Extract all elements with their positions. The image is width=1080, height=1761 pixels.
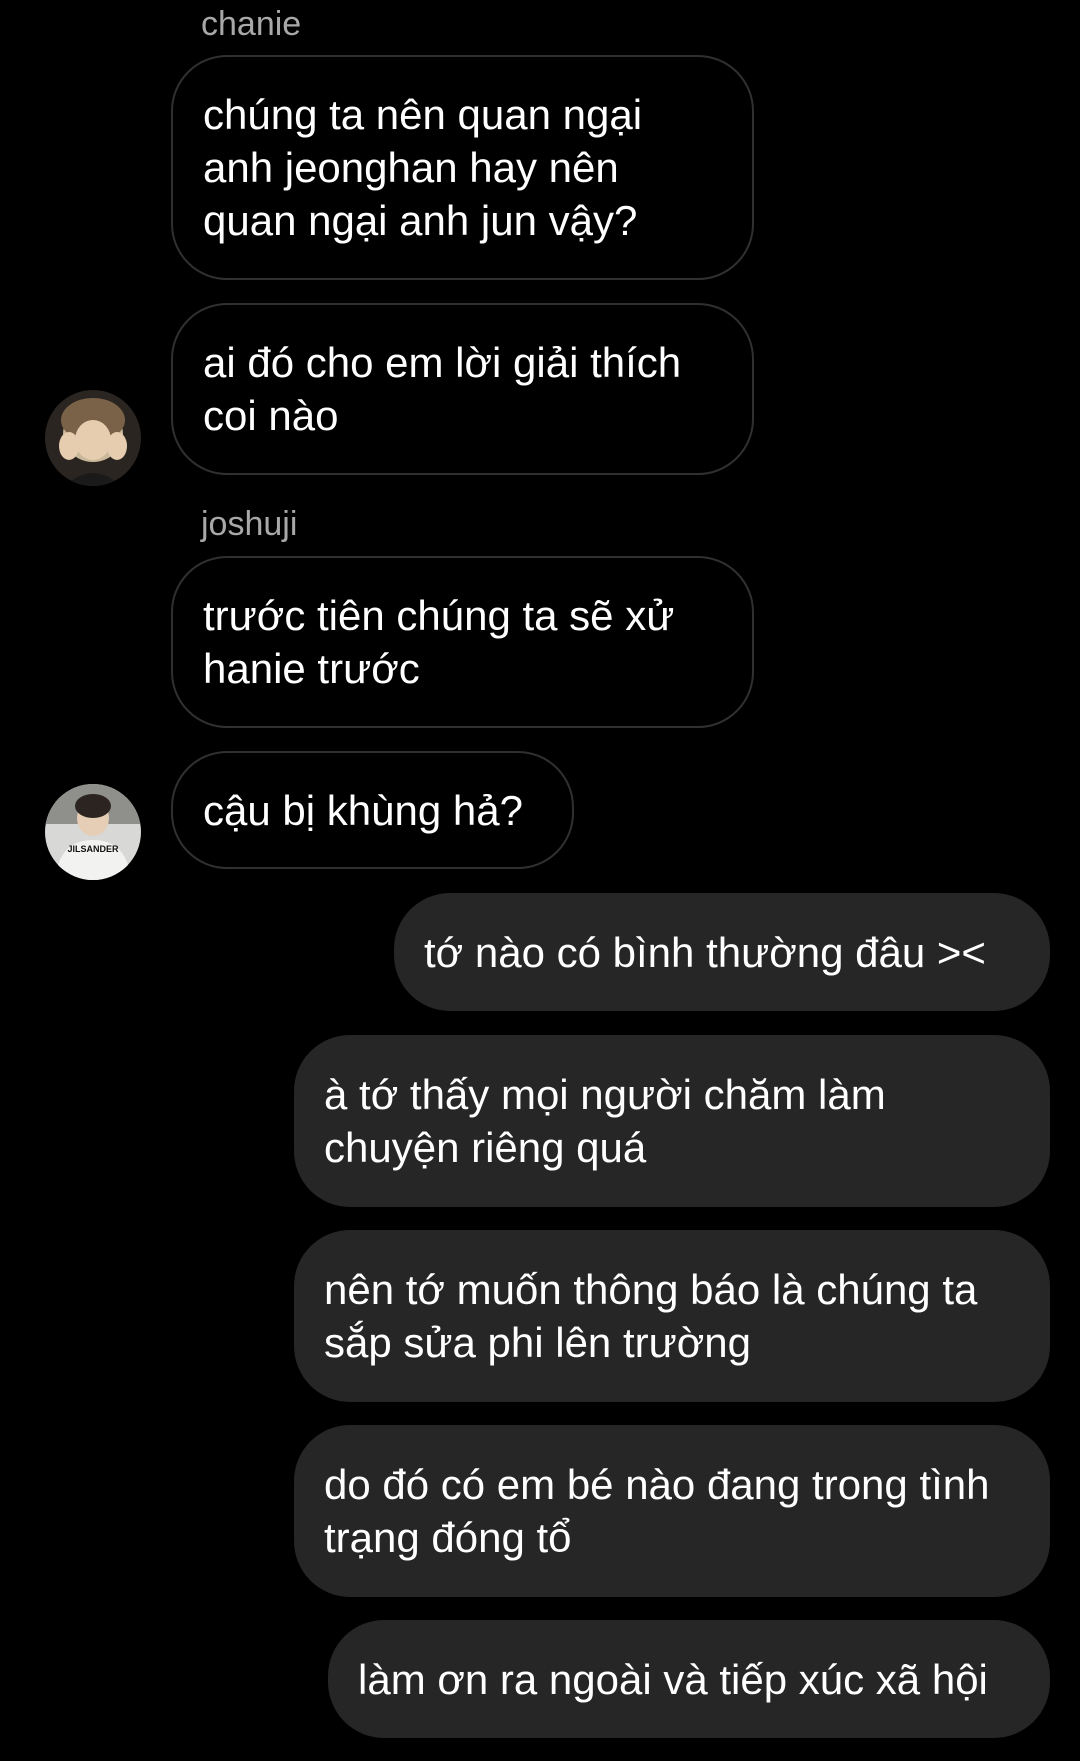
message-text: ai đó cho em lời giải thích coi nào [203, 339, 682, 439]
message-text: à tớ thấy mọi người chăm làm chuyện riên… [324, 1071, 886, 1171]
message-text: trước tiên chúng ta sẽ xử hanie trước [203, 592, 675, 692]
message-bubble-outgoing[interactable]: làm ơn ra ngoài và tiếp xúc xã hội [328, 1620, 1050, 1738]
message-bubble-outgoing[interactable]: à tớ thấy mọi người chăm làm chuyện riên… [294, 1035, 1050, 1207]
message-bubble-incoming[interactable]: trước tiên chúng ta sẽ xử hanie trước [171, 556, 754, 728]
message-text: nên tớ muốn thông báo là chúng ta sắp sử… [324, 1266, 978, 1366]
message-bubble-outgoing[interactable]: do đó có em bé nào đang trong tình trạng… [294, 1425, 1050, 1597]
sender-name-joshuji: joshuji [201, 505, 298, 543]
message-bubble-outgoing[interactable]: tớ nào có bình thường đâu >< [394, 893, 1050, 1011]
message-bubble-outgoing[interactable]: nên tớ muốn thông báo là chúng ta sắp sử… [294, 1230, 1050, 1402]
message-text: chúng ta nên quan ngại anh jeonghan hay … [203, 91, 643, 244]
message-text: tớ nào có bình thường đâu >< [424, 928, 986, 976]
avatar-shirt-text: JILSANDER [67, 844, 119, 854]
message-text: do đó có em bé nào đang trong tình trạng… [324, 1461, 990, 1561]
message-text: làm ơn ra ngoài và tiếp xúc xã hội [358, 1655, 988, 1703]
message-text: cậu bị khùng hả? [203, 786, 523, 834]
user-avatar-photo-icon: JILSANDER [45, 784, 141, 880]
message-bubble-incoming[interactable]: cậu bị khùng hả? [171, 751, 574, 869]
avatar-chanie[interactable] [45, 390, 141, 486]
sender-name-chanie: chanie [201, 5, 302, 43]
message-bubble-incoming[interactable]: ai đó cho em lời giải thích coi nào [171, 303, 754, 475]
message-bubble-incoming[interactable]: chúng ta nên quan ngại anh jeonghan hay … [171, 55, 754, 280]
user-avatar-photo-icon [45, 390, 141, 486]
avatar-joshuji[interactable]: JILSANDER [45, 784, 141, 880]
